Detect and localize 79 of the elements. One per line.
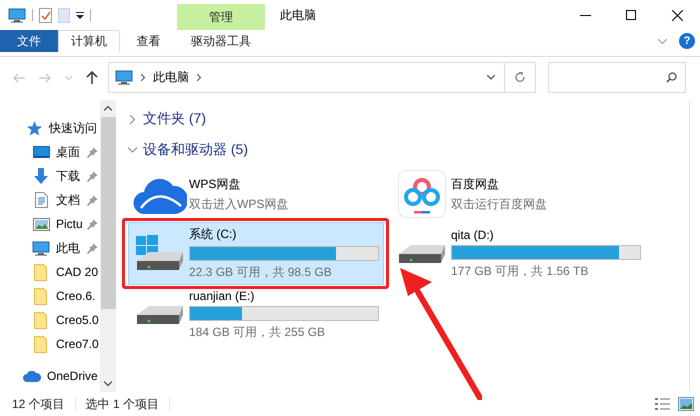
folder-icon <box>34 311 48 329</box>
maximize-icon[interactable] <box>626 10 636 20</box>
pin-icon[interactable] <box>87 194 98 206</box>
nav-item[interactable]: Creo5.0 <box>0 308 100 332</box>
item-name: qita (D:) <box>451 228 495 242</box>
cloud-icon <box>23 370 41 382</box>
pin-icon[interactable] <box>87 218 98 230</box>
expand-chevron-icon[interactable] <box>128 114 137 124</box>
nav-item[interactable]: OneDrive <box>0 364 100 388</box>
computer-icon <box>8 8 26 22</box>
item-name: WPS网盘 <box>189 176 242 192</box>
search-icon <box>666 72 677 83</box>
desktop-icon <box>32 146 50 158</box>
item-detail: 双击进入WPS网盘 <box>189 196 288 212</box>
ribbon-tab[interactable]: 计算机 <box>58 30 120 52</box>
pin-icon[interactable] <box>87 242 98 254</box>
collapse-chevron-icon[interactable] <box>128 147 137 153</box>
large-icons-view-button[interactable] <box>678 397 694 411</box>
window-title: 此电脑 <box>280 6 316 24</box>
group-header[interactable]: 文件夹 (7) <box>143 110 206 128</box>
caret-down-icon[interactable] <box>104 381 112 386</box>
nav-item[interactable]: Pictu <box>0 212 100 236</box>
nav-item[interactable]: CAD 20 <box>0 260 100 284</box>
item-detail: 22.3 GB 可用，共 98.5 GB <box>189 264 333 281</box>
caret-up-icon[interactable] <box>104 106 112 111</box>
item-detail: 184 GB 可用，共 255 GB <box>189 324 326 341</box>
folder-icon <box>34 263 48 281</box>
picture-icon <box>32 218 50 230</box>
folder-icon <box>34 335 48 353</box>
customize-dropdown-icon[interactable] <box>76 11 84 19</box>
folder-icon <box>34 287 48 305</box>
nav-item[interactable]: Creo7.0 <box>0 332 100 356</box>
nav-item[interactable]: 快速访问 <box>0 116 100 140</box>
up-button[interactable] <box>86 71 98 84</box>
item-count: 12 个项目 <box>12 396 65 412</box>
star-icon <box>26 120 42 136</box>
address-field[interactable]: 此电脑 <box>108 62 536 93</box>
app-item[interactable]: WPS网盘 双击进入WPS网盘 <box>128 166 384 222</box>
properties-icon[interactable] <box>39 8 52 22</box>
group-header[interactable]: 设备和驱动器 (5) <box>143 141 248 159</box>
breadcrumb-item[interactable]: 此电脑 <box>153 69 189 86</box>
item-detail: 177 GB 可用，共 1.56 TB <box>451 262 590 280</box>
ribbon-tab[interactable]: 文件 <box>0 30 58 52</box>
scrollbar-thumb[interactable] <box>100 117 116 309</box>
item-name: 百度网盘 <box>451 176 500 192</box>
pin-icon[interactable] <box>87 170 98 182</box>
hard-drive-icon <box>397 244 447 264</box>
down-arrow-icon <box>33 168 49 184</box>
breadcrumb-chevron-icon[interactable] <box>141 74 145 81</box>
minimize-icon[interactable] <box>580 14 590 16</box>
expand-ribbon-icon[interactable] <box>658 38 667 44</box>
computer-icon <box>32 240 50 256</box>
tool-group-label: 管理 <box>177 4 265 30</box>
item-name: 系统 (C:) <box>189 226 238 243</box>
computer-icon <box>115 70 133 85</box>
breadcrumb-chevron-icon[interactable] <box>197 74 201 81</box>
search-field[interactable] <box>548 62 686 93</box>
drive-item[interactable]: ruanjian (E:) 184 GB 可用，共 255 GB <box>128 285 384 345</box>
hard-drive-icon <box>135 305 185 325</box>
nav-item[interactable]: 文档 <box>0 188 100 212</box>
pin-icon[interactable] <box>87 146 98 158</box>
document-icon <box>34 192 48 208</box>
details-view-button[interactable] <box>655 397 670 411</box>
ribbon-tab[interactable]: 驱动器工具 <box>177 30 265 52</box>
item-detail: 双击运行百度网盘 <box>451 196 547 212</box>
refresh-icon[interactable] <box>514 72 526 84</box>
selection-count: 选中 1 个项目 <box>86 396 160 412</box>
nav-item[interactable]: 下载 <box>0 164 100 188</box>
drive-item[interactable]: qita (D:) 177 GB 可用，共 1.56 TB <box>390 222 646 285</box>
nav-item[interactable]: 桌面 <box>0 140 100 164</box>
nav-item[interactable]: 此电 <box>0 236 100 260</box>
close-icon[interactable] <box>672 10 682 20</box>
nav-item[interactable]: Creo.6. <box>0 284 100 308</box>
rings-app-icon <box>398 170 446 218</box>
item-name: ruanjian (E:) <box>189 289 256 303</box>
address-dropdown-icon[interactable] <box>487 75 495 80</box>
app-item[interactable]: 百度网盘 双击运行百度网盘 <box>390 166 646 222</box>
ribbon-tab[interactable]: 查看 <box>120 30 177 52</box>
help-button[interactable]: ? <box>679 33 695 49</box>
